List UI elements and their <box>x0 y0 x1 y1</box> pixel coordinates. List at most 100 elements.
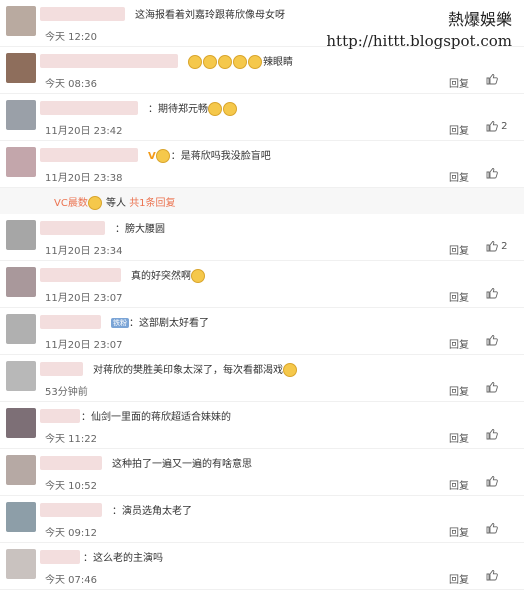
comment-text-content: 对蒋欣的樊胜美印象太深了，每次看都渴戏 <box>93 365 283 376</box>
comment-text: ：演员选角太老了 <box>112 502 192 517</box>
comment-text: 这种拍了一遍又一遍的有啥意思 <box>112 455 252 470</box>
comment-text-content: 这海报看着刘嘉玲跟蒋欣像母女呀 <box>135 10 285 21</box>
comment-item: 真的好突然啊 11月20日 23:07 回复 <box>0 261 524 308</box>
username-blurred[interactable] <box>40 54 178 68</box>
username-blurred[interactable] <box>40 456 102 470</box>
comment-text: 辣眼睛 <box>188 53 293 69</box>
reply-button[interactable]: 回复 <box>449 169 469 184</box>
comment-time: 11月20日 23:34 <box>45 246 123 257</box>
comment-item: 辣眼睛 今天 08:36 回复 <box>0 47 524 94</box>
like-button[interactable] <box>486 428 498 440</box>
comment-item: ：演员选角太老了今天 09:12 回复 <box>0 496 524 543</box>
username-blurred[interactable] <box>40 362 83 376</box>
verified-icon: V <box>148 151 156 162</box>
like-button[interactable] <box>486 381 498 393</box>
avatar[interactable] <box>6 147 36 177</box>
comment-item: 这种拍了一遍又一遍的有啥意思今天 10:52 回复 <box>0 449 524 496</box>
username-blurred[interactable] <box>40 550 80 564</box>
comment-text: ：膀大腰圆 <box>115 220 165 235</box>
like-button[interactable] <box>486 475 498 487</box>
thumbs-up-icon <box>486 241 498 252</box>
like-button[interactable]: 2 <box>486 120 508 132</box>
avatar[interactable] <box>6 6 36 36</box>
comment-text-content: ：仙剑一里面的蒋欣超适合妹妹的 <box>81 412 231 423</box>
reply-button[interactable]: 回复 <box>449 430 469 445</box>
sub-reply-count-link[interactable]: 共1条回复 <box>129 198 175 209</box>
emoji-icon <box>188 55 202 69</box>
like-button[interactable] <box>486 334 498 346</box>
fan-badge: 铁粉 <box>111 318 129 328</box>
like-button[interactable] <box>486 522 498 534</box>
comment-time: 今天 12:20 <box>45 32 97 43</box>
sub-reply-user[interactable]: VC晨数 <box>54 198 88 209</box>
reply-button[interactable]: 回复 <box>449 242 469 257</box>
comment-item: ：期待郑元畅 11月20日 23:42 回复 2 <box>0 94 524 141</box>
comment-text: ：期待郑元畅 <box>148 100 238 116</box>
comment-time: 11月20日 23:38 <box>45 173 123 184</box>
avatar[interactable] <box>6 455 36 485</box>
emoji-icon <box>208 102 222 116</box>
username-blurred[interactable] <box>40 7 125 21</box>
username-blurred[interactable] <box>40 315 101 329</box>
comment-text-content: ：膀大腰圆 <box>115 224 165 235</box>
username-blurred[interactable] <box>40 221 105 235</box>
username-blurred[interactable] <box>40 409 80 423</box>
username-blurred[interactable] <box>40 148 138 162</box>
like-button[interactable] <box>486 287 498 299</box>
avatar[interactable] <box>6 408 36 438</box>
like-button[interactable]: 2 <box>486 240 508 252</box>
comment-text: 这海报看着刘嘉玲跟蒋欣像母女呀 <box>135 6 285 21</box>
username-blurred[interactable] <box>40 101 138 115</box>
avatar[interactable] <box>6 502 36 532</box>
emoji-icon <box>233 55 247 69</box>
like-count: 2 <box>498 241 508 252</box>
comment-text-content: 辣眼睛 <box>263 57 293 68</box>
reply-button[interactable]: 回复 <box>449 383 469 398</box>
avatar[interactable] <box>6 361 36 391</box>
thumbs-up-icon <box>486 335 498 346</box>
reply-button[interactable]: 回复 <box>449 477 469 492</box>
username-blurred[interactable] <box>40 503 102 517</box>
thumbs-up-icon <box>486 74 498 85</box>
like-button[interactable] <box>486 73 498 85</box>
comment-text-content: 这种拍了一遍又一遍的有啥意思 <box>112 459 252 470</box>
comment-text-content: 真的好突然啊 <box>131 271 191 282</box>
divider <box>0 589 524 590</box>
like-button[interactable] <box>486 167 498 179</box>
avatar[interactable] <box>6 549 36 579</box>
reply-button[interactable]: 回复 <box>449 122 469 137</box>
reply-button[interactable]: 回复 <box>449 289 469 304</box>
watermark: 熱爆娛樂 http://hittt.blogspot.com <box>326 6 512 50</box>
comment-text: ：这么老的主演吗 <box>83 549 163 564</box>
comment-text: 铁粉 ：这部剧太好看了 <box>111 314 209 329</box>
reply-button[interactable]: 回复 <box>449 75 469 90</box>
avatar[interactable] <box>6 53 36 83</box>
reply-button[interactable]: 回复 <box>449 524 469 539</box>
comment-time: 今天 10:52 <box>45 481 97 492</box>
avatar[interactable] <box>6 220 36 250</box>
comment-time: 今天 07:46 <box>45 575 97 586</box>
sub-reply-text: VC晨数 等人 共1条回复 <box>54 194 176 210</box>
avatar[interactable] <box>6 267 36 297</box>
emoji-icon <box>155 149 170 163</box>
comment-text-content: ：这部剧太好看了 <box>129 318 209 329</box>
comment-time: 11月20日 23:07 <box>45 340 123 351</box>
comment-text-content: ：这么老的主演吗 <box>83 553 163 564</box>
username-blurred[interactable] <box>40 268 121 282</box>
emoji-icon <box>191 269 205 283</box>
sub-reply-row[interactable]: VC晨数 等人 共1条回复 <box>0 188 524 214</box>
avatar[interactable] <box>6 100 36 130</box>
avatar[interactable] <box>6 314 36 344</box>
like-button[interactable] <box>486 569 498 581</box>
comment-text: V ：是蒋欣吗我没脸盲吧 <box>148 147 271 163</box>
reply-button[interactable]: 回复 <box>449 571 469 586</box>
thumbs-up-icon <box>486 570 498 581</box>
thumbs-up-icon <box>486 121 498 132</box>
comment-item: 对蒋欣的樊胜美印象太深了，每次看都渴戏 53分钟前 回复 <box>0 355 524 402</box>
emoji-icon <box>87 196 102 210</box>
comment-time: 今天 09:12 <box>45 528 97 539</box>
comment-text: 真的好突然啊 <box>131 267 206 283</box>
comment-item: ：仙剑一里面的蒋欣超适合妹妹的 今天 11:22 回复 <box>0 402 524 449</box>
reply-button[interactable]: 回复 <box>449 336 469 351</box>
watermark-url: http://hittt.blogspot.com <box>326 32 512 50</box>
